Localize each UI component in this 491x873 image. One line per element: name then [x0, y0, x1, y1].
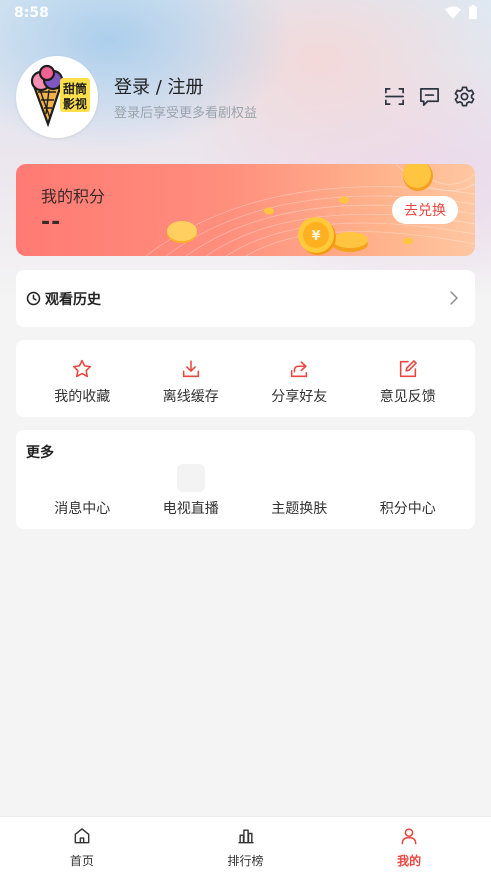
message-icon[interactable]: [418, 85, 441, 108]
icon-placeholder: [176, 464, 205, 492]
more-item-label: 主题换肤: [271, 501, 328, 517]
more-section: 更多 消息中心 电视直播 主题换肤 积分中心: [16, 430, 475, 529]
more-item-label: 电视直播: [162, 501, 219, 517]
points-card[interactable]: ¥ 我的积分 -- 去兑换: [16, 164, 475, 256]
status-icons: [445, 5, 477, 19]
function-label: 离线缓存: [162, 389, 219, 405]
tab-mine[interactable]: 我的: [327, 817, 491, 873]
download-icon: [182, 360, 199, 378]
user-icon: [401, 828, 417, 845]
function-label: 意见反馈: [379, 389, 436, 405]
feedback-button[interactable]: 意见反馈: [354, 354, 463, 414]
tab-home[interactable]: 首页: [0, 817, 164, 873]
status-bar: 8:58: [0, 0, 491, 26]
ranking-icon: [238, 829, 253, 844]
offline-cache-button[interactable]: 离线缓存: [137, 354, 246, 414]
message-center-button[interactable]: 消息中心: [28, 462, 137, 522]
function-grid: 我的收藏 离线缓存 分享好友 意见反馈: [16, 340, 475, 417]
tab-label: 排行榜: [227, 854, 264, 868]
theme-skin-button[interactable]: 主题换肤: [245, 462, 354, 522]
points-value: --: [41, 210, 62, 235]
points-title: 我的积分: [41, 187, 106, 206]
more-item-label: 积分中心: [379, 501, 436, 517]
watch-history-title: 观看历史: [45, 292, 101, 308]
login-hint: 登录后享受更多看剧权益: [114, 106, 258, 121]
chevron-right-icon: [450, 291, 458, 305]
profile-header: 甜筒 影视 登录 / 注册 登录后享受更多看剧权益: [16, 56, 476, 140]
battery-icon: [469, 5, 477, 19]
wifi-icon: [445, 6, 461, 19]
gear-icon[interactable]: [453, 85, 476, 108]
clock-icon: [26, 291, 41, 306]
avatar[interactable]: 甜筒 影视: [16, 56, 98, 138]
more-section-title: 更多: [26, 445, 54, 461]
share-icon: [291, 361, 308, 378]
favorites-button[interactable]: 我的收藏: [28, 354, 137, 414]
tab-label: 首页: [69, 854, 94, 868]
function-label: 分享好友: [271, 389, 328, 405]
svg-text:影视: 影视: [63, 96, 87, 111]
more-item-label: 消息中心: [54, 501, 111, 517]
tv-live-button[interactable]: 电视直播: [137, 462, 246, 522]
top-actions: [383, 85, 476, 108]
svg-text:¥: ¥: [311, 229, 320, 244]
app-logo: 甜筒 影视: [30, 64, 90, 128]
points-center-button[interactable]: 积分中心: [354, 462, 463, 522]
status-time: 8:58: [14, 5, 49, 21]
bottom-tab-bar: 首页 排行榜 我的: [0, 816, 491, 873]
svg-text:甜筒: 甜筒: [63, 81, 87, 96]
scan-icon[interactable]: [383, 85, 406, 108]
edit-icon: [399, 360, 417, 378]
function-row: 我的收藏 离线缓存 分享好友 意见反馈: [28, 354, 487, 414]
tab-ranking[interactable]: 排行榜: [164, 817, 328, 873]
watch-history-row[interactable]: 观看历史: [16, 270, 475, 327]
more-row: 消息中心 电视直播 主题换肤 积分中心: [28, 462, 487, 522]
share-friends-button[interactable]: 分享好友: [245, 354, 354, 414]
tab-label: 我的: [397, 854, 422, 868]
home-icon: [74, 828, 90, 844]
star-icon: [73, 359, 92, 378]
login-register-link[interactable]: 登录 / 注册: [114, 73, 204, 99]
function-label: 我的收藏: [54, 389, 111, 405]
redeem-button[interactable]: 去兑换: [392, 196, 458, 224]
